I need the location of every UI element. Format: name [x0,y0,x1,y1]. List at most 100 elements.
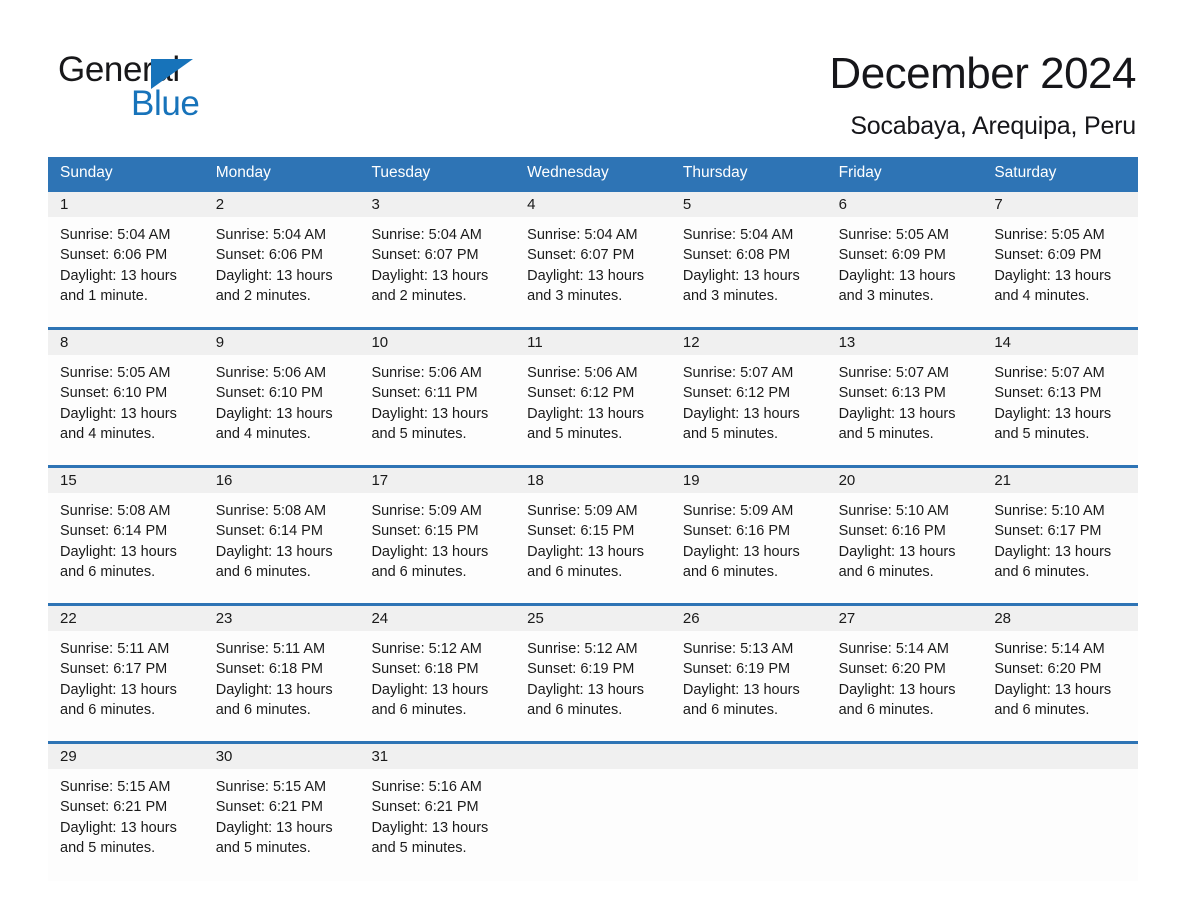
day-number[interactable]: 11 [515,330,671,355]
day-cell[interactable]: Sunrise: 5:15 AM Sunset: 6:21 PM Dayligh… [204,769,360,881]
sunrise-text: Sunrise: 5:05 AM [994,227,1105,243]
calendar-week-row: 15 16 17 18 19 20 21 Sunrise: 5:08 AM Su… [48,465,1138,603]
day-cell[interactable]: Sunrise: 5:06 AM Sunset: 6:10 PM Dayligh… [204,355,360,465]
day-number[interactable]: 14 [982,330,1138,355]
day-cell[interactable]: Sunrise: 5:06 AM Sunset: 6:11 PM Dayligh… [359,355,515,465]
daylight-text: Daylight: 13 hours [838,267,956,284]
day-cell[interactable]: Sunrise: 5:09 AM Sunset: 6:15 PM Dayligh… [515,493,671,603]
daylight-text-cont: and 6 minutes. [371,701,467,718]
day-number[interactable]: 12 [671,330,827,355]
daylight-text-cont: and 5 minutes. [371,425,467,442]
daylight-text-cont: and 4 minutes. [215,425,311,442]
day-number[interactable]: 1 [48,192,204,217]
day-number[interactable]: 2 [204,192,360,217]
daylight-text-cont: and 5 minutes. [527,425,623,442]
daylight-text-cont: and 6 minutes. [60,563,156,580]
daylight-text-cont: and 6 minutes. [527,701,623,718]
day-cell[interactable]: Sunrise: 5:04 AM Sunset: 6:06 PM Dayligh… [204,217,360,327]
sunrise-text: Sunrise: 5:07 AM [682,365,794,381]
day-cell[interactable]: Sunrise: 5:14 AM Sunset: 6:20 PM Dayligh… [982,631,1138,741]
day-cell[interactable]: Sunrise: 5:13 AM Sunset: 6:19 PM Dayligh… [671,631,827,741]
sunrise-text: Sunrise: 5:06 AM [527,365,638,381]
general-blue-logo: General Blue [58,50,378,130]
sunrise-text: Sunrise: 5:10 AM [838,503,950,519]
day-number[interactable]: 25 [515,606,671,631]
day-cell[interactable]: Sunrise: 5:07 AM Sunset: 6:12 PM Dayligh… [671,355,827,465]
day-cell[interactable]: Sunrise: 5:10 AM Sunset: 6:17 PM Dayligh… [982,493,1138,603]
day-number[interactable]: 9 [204,330,360,355]
day-number[interactable]: 8 [48,330,204,355]
day-cell[interactable]: Sunrise: 5:07 AM Sunset: 6:13 PM Dayligh… [827,355,983,465]
sunrise-text: Sunrise: 5:13 AM [682,641,794,657]
day-number[interactable]: 26 [671,606,827,631]
day-cell[interactable]: Sunrise: 5:04 AM Sunset: 6:07 PM Dayligh… [515,217,671,327]
day-number[interactable]: 22 [48,606,204,631]
day-number[interactable]: 7 [982,192,1138,217]
day-cell[interactable]: Sunrise: 5:11 AM Sunset: 6:17 PM Dayligh… [48,631,204,741]
day-number[interactable]: 19 [671,468,827,493]
day-cell[interactable]: Sunrise: 5:04 AM Sunset: 6:07 PM Dayligh… [359,217,515,327]
day-cell[interactable]: Sunrise: 5:06 AM Sunset: 6:12 PM Dayligh… [515,355,671,465]
day-cell[interactable]: Sunrise: 5:09 AM Sunset: 6:16 PM Dayligh… [671,493,827,603]
day-cell[interactable]: Sunrise: 5:14 AM Sunset: 6:20 PM Dayligh… [827,631,983,741]
day-cell[interactable]: Sunrise: 5:05 AM Sunset: 6:09 PM Dayligh… [827,217,983,327]
day-number[interactable]: 20 [827,468,983,493]
day-number[interactable]: 13 [827,330,983,355]
calendar-week-row: 1 2 3 4 5 6 7 Sunrise: 5:04 AM Sunset: 6… [48,189,1138,327]
day-cell[interactable]: Sunrise: 5:12 AM Sunset: 6:19 PM Dayligh… [515,631,671,741]
day-cell[interactable]: Sunrise: 5:08 AM Sunset: 6:14 PM Dayligh… [204,493,360,603]
daylight-text-cont: and 3 minutes. [682,287,778,304]
day-number[interactable]: 21 [982,468,1138,493]
daylight-text-cont: and 6 minutes. [838,701,934,718]
sunrise-text: Sunrise: 5:12 AM [527,641,638,657]
daylight-text-cont: and 6 minutes. [527,563,623,580]
sunrise-text: Sunrise: 5:14 AM [838,641,950,657]
day-number[interactable]: 31 [359,744,515,769]
week-date-number-band: 29 30 31 [48,744,1138,769]
calendar-week-row: 8 9 10 11 12 13 14 Sunrise: 5:05 AM Suns… [48,327,1138,465]
day-cell[interactable]: Sunrise: 5:07 AM Sunset: 6:13 PM Dayligh… [982,355,1138,465]
sunset-text: Sunset: 6:09 PM [994,247,1102,264]
day-cell[interactable]: Sunrise: 5:05 AM Sunset: 6:10 PM Dayligh… [48,355,204,465]
day-cell[interactable]: Sunrise: 5:10 AM Sunset: 6:16 PM Dayligh… [827,493,983,603]
weekday-header-sunday: Sunday [60,164,113,181]
day-number[interactable]: 16 [204,468,360,493]
day-cell[interactable]: Sunrise: 5:12 AM Sunset: 6:18 PM Dayligh… [359,631,515,741]
sunset-text: Sunset: 6:17 PM [994,523,1102,540]
day-number[interactable]: 6 [827,192,983,217]
day-cell[interactable]: Sunrise: 5:08 AM Sunset: 6:14 PM Dayligh… [48,493,204,603]
day-cell[interactable]: Sunrise: 5:05 AM Sunset: 6:09 PM Dayligh… [982,217,1138,327]
weekday-header-friday: Friday [838,164,882,181]
day-cell[interactable]: Sunrise: 5:11 AM Sunset: 6:18 PM Dayligh… [204,631,360,741]
day-cell[interactable]: Sunrise: 5:04 AM Sunset: 6:08 PM Dayligh… [671,217,827,327]
day-number[interactable]: 4 [515,192,671,217]
day-number[interactable]: 28 [982,606,1138,631]
day-number[interactable]: 15 [48,468,204,493]
day-cell[interactable]: Sunrise: 5:16 AM Sunset: 6:21 PM Dayligh… [359,769,515,881]
day-number[interactable]: 17 [359,468,515,493]
daylight-text: Daylight: 13 hours [371,543,489,560]
daylight-text: Daylight: 13 hours [371,681,489,698]
day-number[interactable]: 18 [515,468,671,493]
sunset-text: Sunset: 6:16 PM [682,523,791,540]
sunset-text: Sunset: 6:07 PM [371,247,479,264]
day-number[interactable]: 3 [359,192,515,217]
daylight-text: Daylight: 13 hours [682,681,800,698]
sunrise-text: Sunrise: 5:15 AM [215,779,327,795]
day-number[interactable]: 10 [359,330,515,355]
day-cell[interactable]: Sunrise: 5:15 AM Sunset: 6:21 PM Dayligh… [48,769,204,881]
daylight-text: Daylight: 13 hours [371,819,489,836]
sunrise-text: Sunrise: 5:11 AM [215,641,326,657]
day-number[interactable]: 5 [671,192,827,217]
day-number[interactable]: 23 [204,606,360,631]
day-number[interactable]: 30 [204,744,360,769]
day-number[interactable]: 29 [48,744,204,769]
day-cell[interactable]: Sunrise: 5:04 AM Sunset: 6:06 PM Dayligh… [48,217,204,327]
sunset-text: Sunset: 6:09 PM [838,247,946,264]
daylight-text: Daylight: 13 hours [60,405,177,422]
day-number[interactable]: 24 [359,606,515,631]
day-cell[interactable]: Sunrise: 5:09 AM Sunset: 6:15 PM Dayligh… [359,493,515,603]
daylight-text-cont: and 5 minutes. [682,425,778,442]
day-number[interactable]: 27 [827,606,983,631]
weekday-header-saturday: Saturday [994,164,1057,181]
